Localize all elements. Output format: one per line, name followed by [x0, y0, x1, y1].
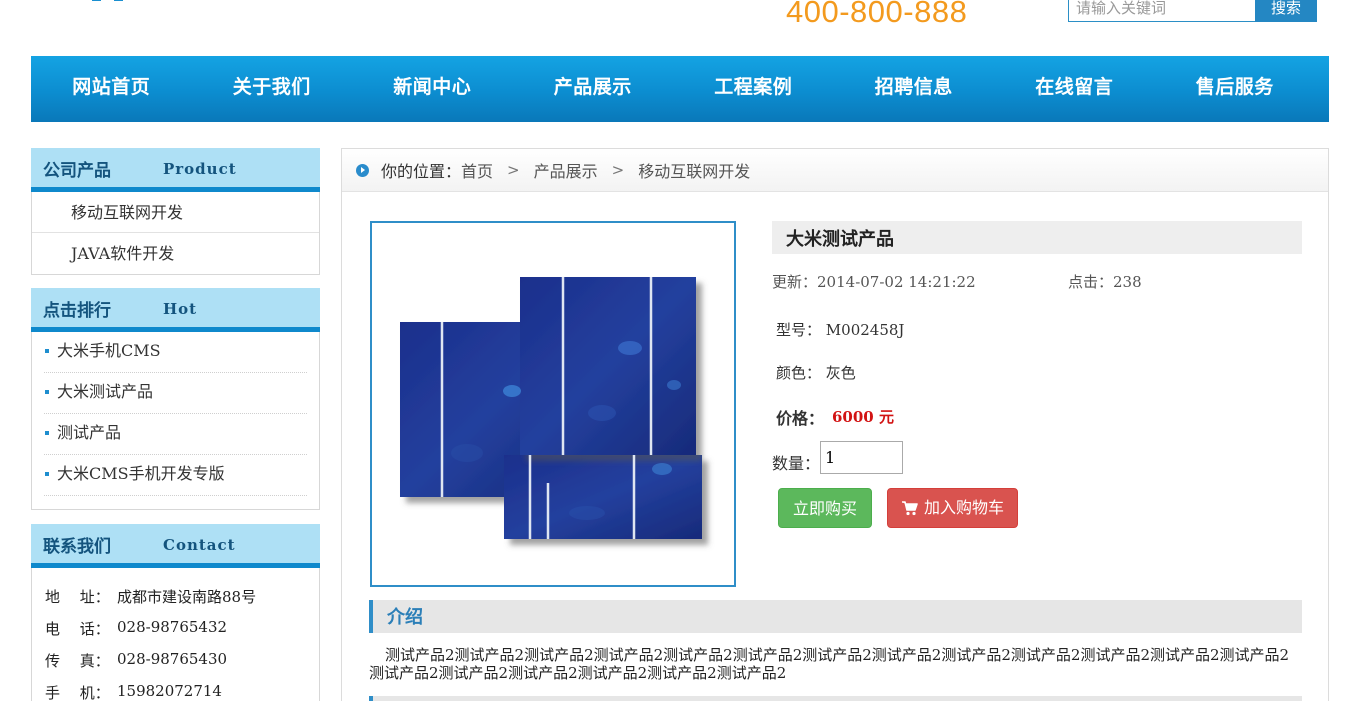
updated-value: 2014-07-02 14:21:22 [817, 273, 976, 291]
quantity-input[interactable] [820, 441, 903, 474]
hot-list-item[interactable]: 大米手机CMS [44, 332, 307, 373]
nav-item-news[interactable]: 新闻中心 [352, 56, 513, 122]
product-updated: 更新：2014-07-02 14:21:22 [772, 271, 976, 292]
category-item[interactable]: JAVA软件开发 [32, 233, 319, 274]
category-item[interactable]: 移动互联网开发 [32, 192, 319, 233]
updated-label: 更新： [772, 273, 818, 291]
contact-label: 地 址： [45, 588, 110, 606]
breadcrumb-prefix: 你的位置： [381, 162, 462, 181]
logo-fragment[interactable] [92, 0, 132, 4]
main-nav: 网站首页 关于我们 新闻中心 产品展示 工程案例 招聘信息 在线留言 售后服务 [31, 56, 1329, 122]
product-category-title-en: Product [163, 160, 237, 178]
product-title: 大米测试产品 [772, 221, 1302, 254]
color-label: 颜色： [776, 364, 822, 382]
nav-item-home[interactable]: 网站首页 [31, 56, 192, 122]
product-model: 型号： M002458J [776, 319, 904, 340]
breadcrumb-home[interactable]: 首页 [461, 158, 493, 182]
add-to-cart-label: 加入购物车 [924, 498, 1005, 517]
contact-mobile: 手 机： 15982072714 [45, 682, 319, 701]
contact-value: 028-98765430 [117, 650, 228, 668]
contact-label: 传 真： [45, 652, 110, 670]
breadcrumb-category[interactable]: 移动互联网开发 [638, 158, 750, 182]
contact-header: 联系我们 Contact [31, 524, 320, 568]
hot-ranking-box: 点击排行 Hot 大米手机CMS 大米测试产品 测试产品 大米CMS手机开发专版 [31, 288, 320, 510]
price-label: 价格： [776, 409, 825, 428]
breadcrumb: 你的位置： 首页 > 产品展示 > 移动互联网开发 [342, 149, 1328, 192]
breadcrumb-products[interactable]: 产品展示 [534, 158, 598, 182]
product-category-box: 公司产品 Product 移动互联网开发 JAVA软件开发 [31, 148, 320, 275]
product-detail-panel: 你的位置： 首页 > 产品展示 > 移动互联网开发 大米测试产品 更新：2014… [341, 148, 1329, 701]
contact-label: 手 机： [45, 684, 110, 701]
hotline-phone: 400-800-888 [786, 0, 968, 29]
breadcrumb-separator: > [611, 161, 625, 179]
model-label: 型号： [776, 321, 822, 339]
intro-text: 测试产品2测试产品2测试产品2测试产品2测试产品2测试产品2测试产品2测试产品2… [369, 646, 1290, 682]
product-category-title: 公司产品 [43, 161, 111, 181]
quantity-label: 数量： [772, 454, 821, 473]
contact-value: 028-98765432 [117, 618, 228, 636]
hot-list-item[interactable]: 大米测试产品 [44, 373, 307, 414]
color-value: 灰色 [825, 364, 856, 382]
contact-label: 电 话： [45, 620, 110, 638]
contact-value: 15982072714 [117, 682, 222, 700]
product-hits: 点击：238 [1068, 271, 1142, 292]
add-to-cart-button[interactable]: 加入购物车 [887, 488, 1018, 528]
product-color: 颜色： 灰色 [776, 362, 856, 383]
contact-address: 地 址： 成都市建设南路88号 [45, 586, 319, 618]
hot-ranking-header: 点击排行 Hot [31, 288, 320, 332]
nav-item-cases[interactable]: 工程案例 [673, 56, 834, 122]
hot-list-item[interactable]: 测试产品 [44, 414, 307, 455]
nav-item-jobs[interactable]: 招聘信息 [834, 56, 995, 122]
contact-title-en: Contact [163, 536, 236, 554]
nav-item-message[interactable]: 在线留言 [994, 56, 1155, 122]
hot-ranking-title: 点击排行 [43, 301, 111, 321]
contact-title: 联系我们 [43, 537, 111, 557]
hot-ranking-title-en: Hot [163, 300, 198, 318]
cart-icon [902, 501, 918, 516]
hot-list-item[interactable]: 大米CMS手机开发专版 [44, 455, 307, 496]
intro-heading: 介绍 [369, 600, 1302, 633]
breadcrumb-separator: > [507, 161, 520, 179]
model-value: M002458J [825, 321, 905, 339]
hits-value: 238 [1113, 273, 1142, 291]
product-image[interactable] [370, 221, 736, 587]
breadcrumb-arrow-icon [356, 163, 369, 177]
buy-now-button[interactable]: 立即购买 [778, 488, 872, 528]
contact-value: 成都市建设南路88号 [117, 588, 257, 606]
hits-label: 点击： [1068, 273, 1114, 291]
next-section-heading [369, 696, 1302, 701]
contact-box: 联系我们 Contact 地 址： 成都市建设南路88号 电 话： 028-98… [31, 524, 320, 701]
nav-item-products[interactable]: 产品展示 [513, 56, 674, 122]
price-value: 6000 元 [832, 408, 894, 426]
nav-item-about[interactable]: 关于我们 [192, 56, 353, 122]
contact-phone: 电 话： 028-98765432 [45, 618, 319, 650]
contact-fax: 传 真： 028-98765430 [45, 650, 319, 682]
product-category-header: 公司产品 Product [31, 148, 320, 192]
nav-item-service[interactable]: 售后服务 [1155, 56, 1316, 122]
search-input[interactable]: 请输入关键词 [1068, 0, 1256, 22]
search-button[interactable]: 搜索 [1255, 0, 1317, 22]
